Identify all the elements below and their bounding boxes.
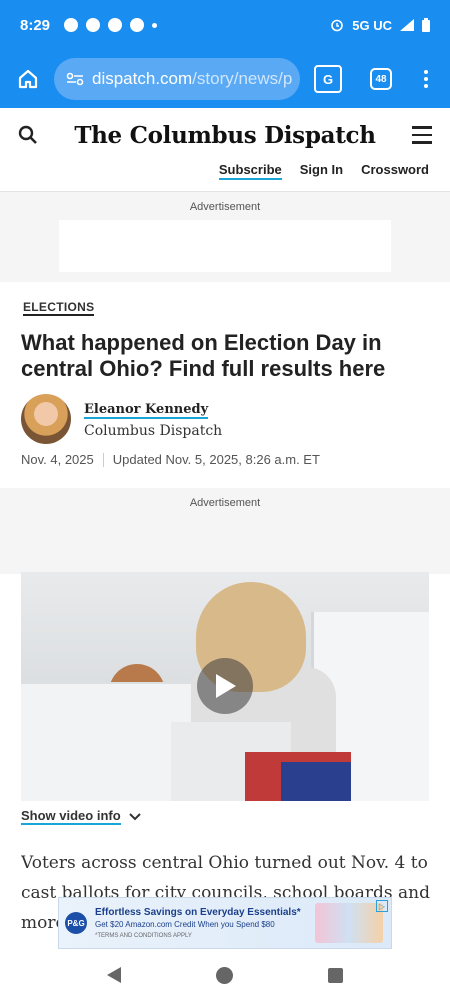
author-avatar[interactable] <box>21 394 71 444</box>
ad-terms: *TERMS AND CONDITIONS APPLY <box>95 933 192 939</box>
url-bar: dispatch.com/story/news/p G 48 <box>0 50 450 108</box>
ad-label: Advertisement <box>189 201 261 213</box>
site-logo[interactable]: The Columbus Dispatch <box>38 122 412 149</box>
author-outlet: Columbus Dispatch <box>84 422 223 439</box>
search-icon[interactable] <box>18 125 38 145</box>
ad-subline: Get $20 Amazon.com Credit When you Spend… <box>95 920 275 929</box>
crossword-link[interactable]: Crossword <box>361 162 429 180</box>
video-player[interactable] <box>21 572 429 801</box>
status-right: 5G UC <box>330 18 430 33</box>
system-nav-bar <box>0 950 450 1000</box>
home-button[interactable] <box>10 61 46 97</box>
more-notifications-icon <box>152 22 158 28</box>
messenger-icon <box>130 18 145 32</box>
site-header: The Columbus Dispatch Subscribe Sign In … <box>0 108 450 192</box>
browser-chrome: 8:29 5G UC dispatch.com/story/news/p G 4… <box>0 0 450 108</box>
article-dates: Nov. 4, 2025 Updated Nov. 5, 2025, 8:26 … <box>21 452 320 467</box>
advertisement-top: Advertisement <box>0 192 450 282</box>
sticky-bottom-ad[interactable]: P&G Effortless Savings on Everyday Essen… <box>58 897 392 949</box>
sign-in-link[interactable]: Sign In <box>300 162 343 180</box>
status-bar: 8:29 5G UC <box>0 0 450 50</box>
chevron-down-icon <box>128 812 141 820</box>
notification-icons <box>64 18 158 32</box>
chat-icon <box>64 18 79 32</box>
ad-brand-logo: P&G <box>65 912 87 934</box>
published-date: Nov. 4, 2025 <box>21 452 94 467</box>
tab-switcher-button[interactable]: 48 <box>370 68 392 90</box>
ad-label-mid: Advertisement <box>189 497 261 509</box>
byline: Eleanor Kennedy Columbus Dispatch <box>21 394 222 444</box>
updated-date: Updated Nov. 5, 2025, 8:26 a.m. ET <box>112 452 320 467</box>
back-icon[interactable] <box>107 967 122 983</box>
url-path: /story/news/p <box>192 69 293 88</box>
alarm-icon <box>331 19 344 32</box>
home-circle-icon[interactable] <box>215 966 233 984</box>
url-host: dispatch.com <box>92 69 193 88</box>
date-divider <box>102 452 104 467</box>
section-kicker[interactable]: ELECTIONS <box>23 300 95 316</box>
browser-menu-button[interactable] <box>424 70 428 88</box>
ad-product-image <box>315 903 383 943</box>
subscribe-link[interactable]: Subscribe <box>218 162 282 180</box>
hamburger-icon[interactable] <box>412 126 432 144</box>
facebook-icon-2 <box>108 18 123 32</box>
facebook-icon <box>86 18 101 32</box>
play-icon[interactable] <box>197 658 253 714</box>
site-settings-icon[interactable] <box>66 72 84 86</box>
address-field[interactable]: dispatch.com/story/news/p <box>54 58 300 100</box>
show-video-info-button[interactable]: Show video info <box>21 808 141 825</box>
adchoices-icon[interactable]: ▷ <box>376 900 388 912</box>
article-headline: What happened on Election Day in central… <box>21 330 386 381</box>
show-video-info-label: Show video info <box>21 808 121 825</box>
author-name[interactable]: Eleanor Kennedy <box>84 402 209 419</box>
voting-booth-image-part-2 <box>21 682 191 801</box>
site-links: Subscribe Sign In Crossword <box>0 162 450 180</box>
battery-icon <box>422 18 430 32</box>
booth-sign-image-part-2 <box>281 762 351 801</box>
signal-icon <box>400 19 414 31</box>
translate-icon[interactable]: G <box>314 65 342 93</box>
status-time: 8:29 <box>20 16 51 34</box>
ad-slot[interactable] <box>59 220 391 272</box>
advertisement-mid: Advertisement <box>0 488 450 574</box>
network-label: 5G UC <box>352 17 392 33</box>
home-icon <box>18 69 38 89</box>
recents-icon[interactable] <box>327 967 343 983</box>
ad-headline: Effortless Savings on Everyday Essential… <box>95 907 301 918</box>
